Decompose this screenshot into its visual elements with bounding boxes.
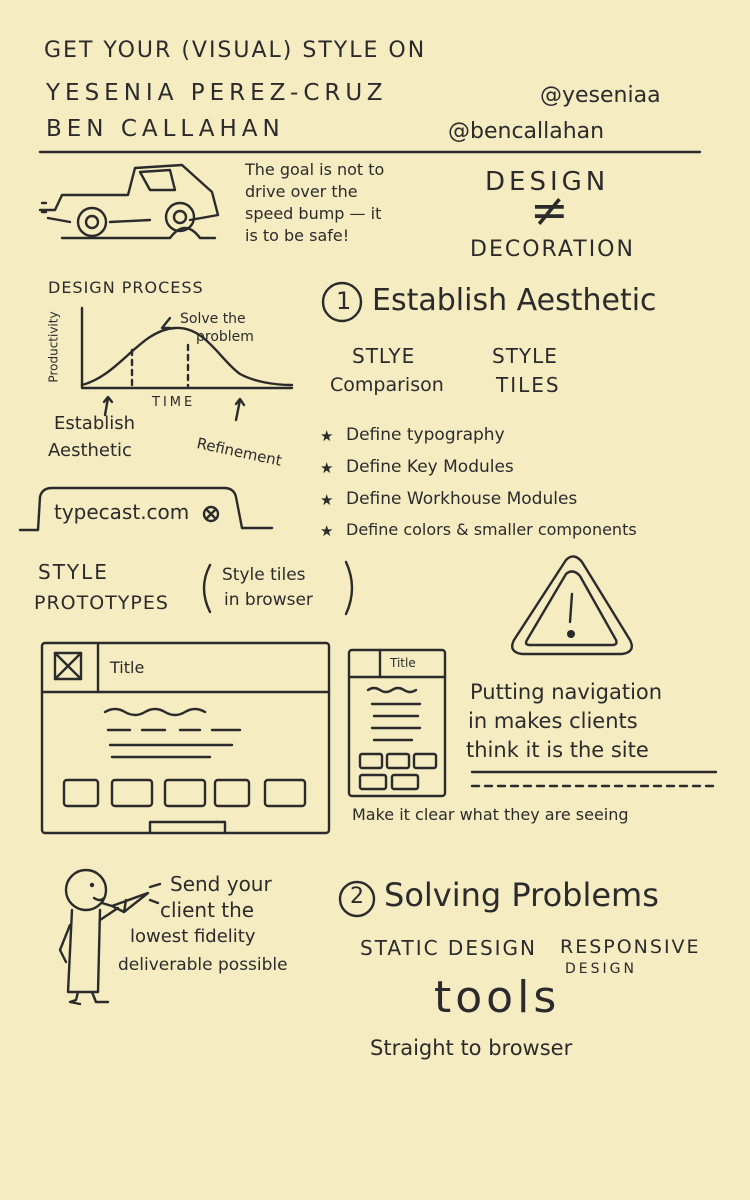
speaker-handle-2: @bencallahan	[448, 119, 605, 144]
desktop-wireframe	[40, 641, 331, 835]
truck-illustration	[38, 163, 220, 240]
not-equal-symbol: ≠	[530, 183, 569, 237]
bullet-star-icon: ★	[320, 491, 334, 509]
static-design-label: STATIC DESIGN	[360, 936, 538, 960]
bullet-item-1: Define typography	[346, 425, 505, 445]
bullet-star-icon: ★	[320, 459, 334, 477]
section2-title: Solving Problems	[384, 876, 659, 914]
establish-aesthetic-label-1: Establish	[54, 413, 136, 434]
fidelity-note-line-1: Send your	[170, 872, 272, 896]
solve-problem-label-2: problem	[196, 329, 254, 345]
speaker-name-1: YESENIA PEREZ-CRUZ	[46, 80, 388, 106]
truck-note-line-4: is to be safe!	[245, 226, 350, 245]
truck-note-line-2: drive over the	[245, 182, 358, 201]
bullet-item-2: Define Key Modules	[346, 457, 514, 477]
bullet-item-4: Define colors & smaller components	[346, 520, 637, 539]
warning-icon	[511, 555, 633, 656]
mobile-wireframe	[347, 648, 447, 798]
bullet-item-3: Define Workhouse Modules	[346, 489, 578, 509]
warning-note-line-2: in makes clients	[468, 709, 638, 733]
mobile-wireframe-title: Title	[390, 656, 416, 670]
style-comparison-line-2: Comparison	[330, 374, 444, 396]
solve-problem-label-1: Solve the	[180, 311, 246, 327]
typecast-tab-label: typecast.com	[54, 500, 190, 524]
speaker-handle-1: @yeseniaa	[540, 83, 661, 108]
style-tiles-browser-line-1: Style tiles	[222, 565, 306, 585]
straight-to-browser-label: Straight to browser	[370, 1036, 573, 1060]
style-tiles-browser-line-2: in browser	[224, 590, 313, 610]
bullet-star-icon: ★	[320, 522, 334, 540]
design-process-title: DESIGN PROCESS	[48, 278, 204, 297]
style-tiles-line-1: STYLE	[492, 344, 558, 368]
establish-aesthetic-label-2: Aesthetic	[48, 440, 132, 461]
speaker-name-2: BEN CALLAHAN	[46, 116, 285, 142]
section1-number: 1	[336, 287, 352, 315]
productivity-axis-label: Productivity	[46, 311, 61, 383]
time-axis-label: TIME	[152, 395, 196, 410]
style-comparison-line-1: STLYE	[352, 344, 416, 368]
style-tiles-line-2: TILES	[496, 373, 561, 397]
responsive-design-label-1: RESPONSIVE	[560, 936, 701, 958]
desktop-wireframe-title: Title	[110, 658, 145, 677]
truck-note-line-3: speed bump — it	[245, 204, 382, 223]
decoration-label: DECORATION	[470, 237, 635, 262]
fidelity-note-line-4: deliverable possible	[118, 955, 288, 975]
responsive-design-label-2: DESIGN	[565, 961, 637, 977]
truck-note-line-1: The goal is not to	[245, 160, 385, 179]
style-prototypes-line-2: PROTOTYPES	[34, 592, 169, 614]
section2-number: 2	[350, 884, 364, 909]
tools-label: tools	[434, 972, 561, 1023]
style-prototypes-line-1: STYLE	[38, 560, 109, 584]
sketchnote-title: GET YOUR (VISUAL) STYLE ON	[44, 38, 427, 63]
bullet-star-icon: ★	[320, 427, 334, 445]
make-it-clear-caption: Make it clear what they are seeing	[352, 805, 629, 824]
fidelity-note-line-2: client the	[160, 898, 255, 922]
warning-note-line-1: Putting navigation	[470, 680, 663, 704]
fidelity-note-line-3: lowest fidelity	[130, 926, 256, 947]
section1-title: Establish Aesthetic	[372, 283, 657, 318]
warning-note-line-3: think it is the site	[466, 738, 649, 762]
